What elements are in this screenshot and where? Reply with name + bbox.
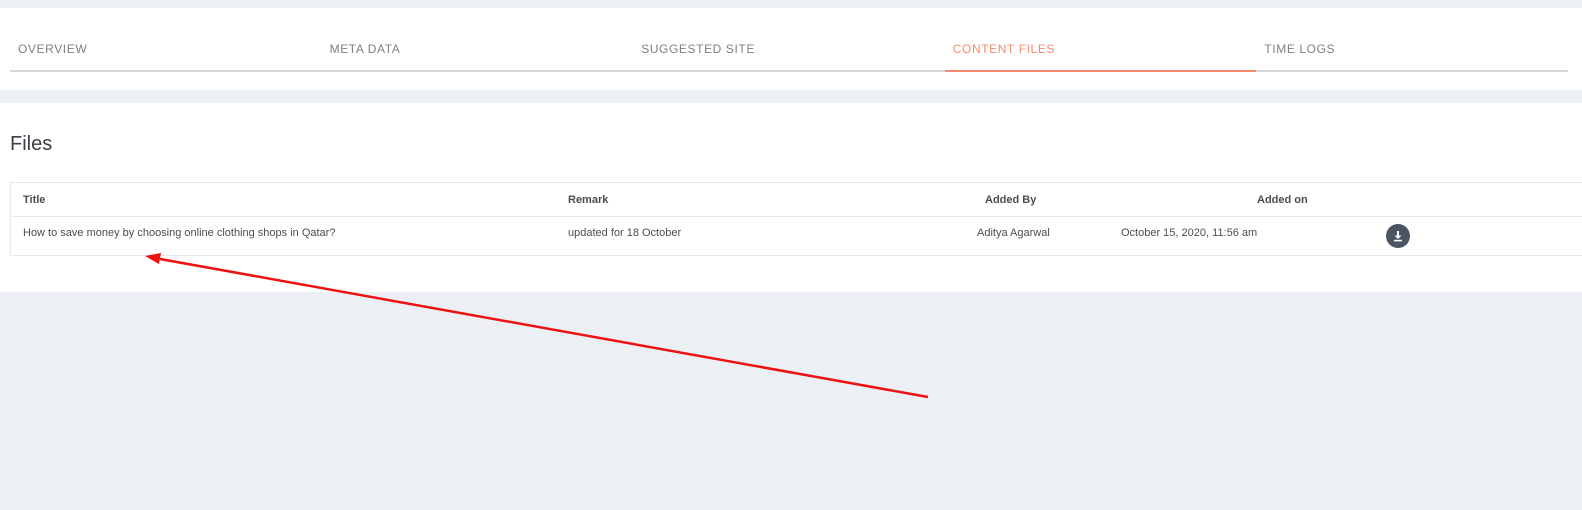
tab-time-logs[interactable]: TIME LOGS (1256, 8, 1568, 70)
download-button[interactable] (1386, 224, 1410, 248)
files-heading: Files (10, 133, 53, 155)
tab-content-files[interactable]: CONTENT FILES (944, 8, 1257, 72)
tab-bar: OVERVIEW META DATA SUGGESTED SITE CONTEN… (10, 8, 1568, 72)
file-added-by: Aditya Agarwal (977, 227, 1050, 239)
file-added-on: October 15, 2020, 11:56 am (1121, 227, 1258, 239)
tabs-card: OVERVIEW META DATA SUGGESTED SITE CONTEN… (0, 8, 1582, 90)
file-title-link[interactable]: How to save money by choosing online clo… (23, 227, 335, 239)
column-header-title: Title (23, 194, 46, 206)
column-header-remark: Remark (568, 194, 609, 206)
tab-overview[interactable]: OVERVIEW (10, 8, 322, 70)
tab-meta-data[interactable]: META DATA (322, 8, 634, 70)
tab-suggested-site[interactable]: SUGGESTED SITE (633, 8, 945, 70)
column-header-added-by: Added By (985, 194, 1037, 206)
files-panel: Files Title Remark Added By Added on How… (0, 103, 1582, 292)
download-icon (1394, 231, 1402, 242)
files-table: Title Remark Added By Added on How to sa… (10, 182, 1582, 256)
file-remark: updated for 18 October (568, 227, 682, 239)
column-header-added-on: Added on (1257, 194, 1308, 206)
table-header-row: Title Remark Added By Added on (11, 183, 1582, 217)
